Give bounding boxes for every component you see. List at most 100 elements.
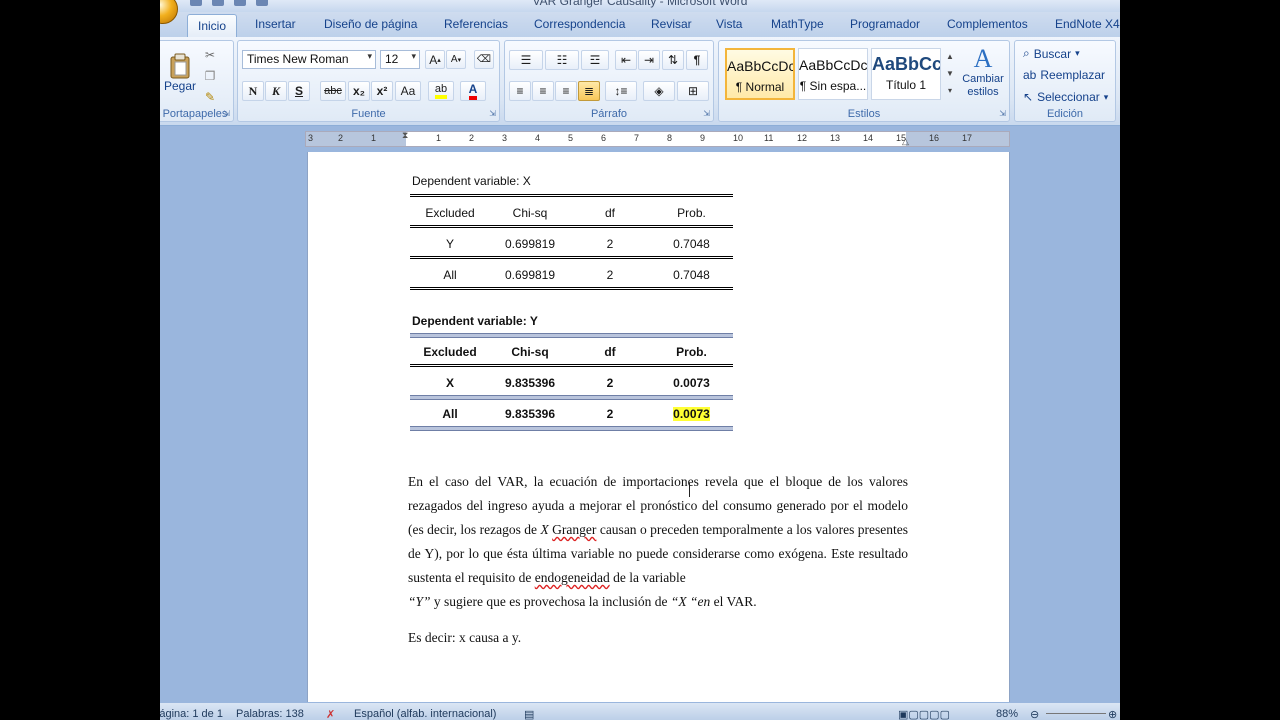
table-header: df <box>604 206 615 220</box>
borders-button[interactable]: ⊞ <box>677 81 709 101</box>
ruler-tick: 6 <box>601 133 607 143</box>
cut-icon[interactable]: ✂ <box>201 47 219 63</box>
increase-indent-button[interactable]: ⇥ <box>638 50 660 70</box>
dialog-launcher-icon[interactable]: ⇲ <box>223 109 230 118</box>
replace-button[interactable]: ab Reemplazar <box>1023 68 1105 82</box>
font-color-button[interactable]: A <box>460 81 486 101</box>
numbering-button[interactable]: ☷ <box>545 50 579 70</box>
proofing-icon[interactable]: ✗ <box>326 708 335 720</box>
zoom-level[interactable]: 88% <box>996 708 1018 720</box>
align-right-icon: ≡ <box>562 84 570 98</box>
sort-button[interactable]: ⇅ <box>662 50 684 70</box>
strikethrough-button[interactable]: abc <box>320 81 346 101</box>
paragraph-group-label: Párrafo <box>590 108 628 120</box>
zoom-slider[interactable] <box>1046 713 1106 714</box>
underline-button[interactable]: S <box>288 81 310 101</box>
table-cell: X <box>445 376 454 390</box>
save-icon[interactable] <box>190 0 202 6</box>
view-buttons[interactable]: ▣▢▢▢▢ <box>898 708 950 720</box>
shading-button[interactable]: ◈ <box>643 81 675 101</box>
font-size-combo[interactable]: 12 ▾ <box>380 50 420 69</box>
style-normal[interactable]: AaBbCcDc ¶ Normal <box>725 48 795 100</box>
ruler-tick: 4 <box>535 133 541 143</box>
table-rule <box>410 287 733 290</box>
macro-icon[interactable]: ▤ <box>524 708 534 720</box>
tab-insertar[interactable]: Insertar <box>255 17 296 31</box>
tab-vista[interactable]: Vista <box>716 17 742 31</box>
font-name-combo[interactable]: Times New Roman ▾ <box>242 50 376 69</box>
paint-bucket-icon: ◈ <box>654 84 664 98</box>
text-cursor <box>689 483 690 497</box>
dialog-launcher-icon[interactable]: ⇲ <box>999 109 1006 118</box>
undo-icon[interactable] <box>212 0 224 6</box>
bold-button[interactable]: N <box>242 81 264 101</box>
table-header: Excluded <box>423 345 477 359</box>
chevron-down-icon: ▾ <box>367 51 372 61</box>
tab-inicio[interactable]: Inicio <box>187 14 238 38</box>
ruler-tick: 12 <box>797 133 808 143</box>
paste-button[interactable]: Pegar <box>164 47 196 99</box>
tab-diseno-pagina[interactable]: Diseño de página <box>324 17 417 31</box>
superscript-button[interactable]: x² <box>371 81 393 101</box>
ruler-left-margin <box>306 132 406 146</box>
print-preview-icon[interactable] <box>256 0 268 6</box>
horizontal-ruler[interactable]: 3 2 1 1 2 3 4 5 6 7 8 9 10 11 12 13 14 1… <box>305 130 1010 147</box>
tab-mathtype[interactable]: MathType <box>771 17 824 31</box>
styles-group: AaBbCcDc ¶ Normal AaBbCcDc ¶ Sin espa...… <box>718 40 1010 122</box>
tab-endnote[interactable]: EndNote X4 <box>1055 17 1120 31</box>
table1-caption: Dependent variable: X <box>412 174 531 188</box>
zoom-in-icon[interactable]: ⊕ <box>1108 708 1117 720</box>
dialog-launcher-icon[interactable]: ⇲ <box>489 109 496 118</box>
format-painter-icon[interactable]: ✎ <box>201 89 219 105</box>
justify-button[interactable]: ≣ <box>578 81 600 101</box>
tab-revisar[interactable]: Revisar <box>651 17 692 31</box>
language-indicator[interactable]: Español (alfab. internacional) <box>354 708 496 720</box>
table-cell-highlighted: 0.0073 <box>650 407 733 421</box>
style-name: ¶ Normal <box>735 80 785 94</box>
ruler-tick: 7 <box>634 133 640 143</box>
document-page[interactable]: Dependent variable: X Excluded Chi-sq df… <box>307 152 1010 702</box>
clear-format-icon[interactable]: ⌫ <box>474 50 494 69</box>
line-spacing-button[interactable]: ↕≡ <box>605 81 637 101</box>
style-sin-espaciado[interactable]: AaBbCcDc ¶ Sin espa... <box>798 48 868 100</box>
styles-scroll[interactable]: ▲ ▼ ▾ <box>944 48 956 100</box>
ruler-tick: 10 <box>733 133 744 143</box>
numbering-icon: ☷ <box>556 53 568 67</box>
style-titulo-1[interactable]: AaBbCc Título 1 <box>871 48 941 100</box>
font-group: Times New Roman ▾ 12 ▾ A ▴ A ▾ ⌫ N K S abc x… <box>237 40 500 122</box>
align-center-button[interactable]: ≡ <box>532 81 554 101</box>
right-indent-marker-icon[interactable]: △ <box>902 136 909 147</box>
table-rule <box>410 395 733 400</box>
word-count[interactable]: Palabras: 138 <box>236 708 304 720</box>
zoom-out-icon[interactable]: ⊖ <box>1030 708 1039 720</box>
subscript-button[interactable]: x₂ <box>348 81 370 101</box>
tab-referencias[interactable]: Referencias <box>444 17 508 31</box>
italic-button[interactable]: K <box>265 81 287 101</box>
change-styles-button[interactable]: A Cambiar estilos <box>959 45 1007 99</box>
decrease-indent-button[interactable]: ⇤ <box>615 50 637 70</box>
copy-icon[interactable]: ❐ <box>201 68 219 84</box>
bullets-button[interactable]: ☰ <box>509 50 543 70</box>
table-header: Chi-sq <box>511 345 549 359</box>
indent-marker-icon[interactable]: ⧗ <box>402 130 408 141</box>
find-button[interactable]: ⌕ Buscar ▾ <box>1023 46 1080 61</box>
ruler-tick: 8 <box>667 133 673 143</box>
shrink-font-button[interactable]: A ▾ <box>446 50 466 69</box>
change-case-button[interactable]: Aa <box>395 81 421 101</box>
body-paragraph[interactable]: En el caso del VAR, la ecuación de impor… <box>408 470 908 650</box>
dialog-launcher-icon[interactable]: ⇲ <box>703 109 710 118</box>
show-marks-button[interactable]: ¶ <box>686 50 708 70</box>
redo-icon[interactable] <box>234 0 246 6</box>
page-count[interactable]: Página: 1 de 1 <box>160 708 223 720</box>
tab-correspondencia[interactable]: Correspondencia <box>534 17 625 31</box>
align-left-button[interactable]: ≡ <box>509 81 531 101</box>
grow-font-button[interactable]: A ▴ <box>425 50 445 69</box>
table-header: Prob. <box>677 206 706 220</box>
highlight-color-button[interactable]: ab <box>428 81 454 101</box>
tab-programador[interactable]: Programador <box>850 17 920 31</box>
tab-complementos[interactable]: Complementos <box>947 17 1028 31</box>
ruler-tick: 1 <box>371 133 377 143</box>
multilevel-list-button[interactable]: ☲ <box>581 50 609 70</box>
select-button[interactable]: ↖ Seleccionar ▾ <box>1023 90 1108 104</box>
align-right-button[interactable]: ≡ <box>555 81 577 101</box>
